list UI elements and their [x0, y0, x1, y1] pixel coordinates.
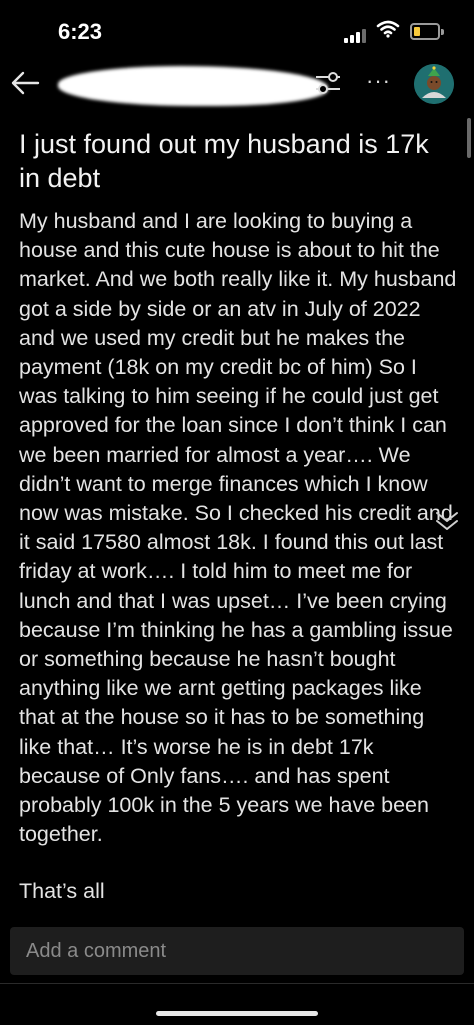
post-body: My husband and I are looking to buying a…: [19, 207, 459, 915]
cellular-signal-icon: [344, 25, 368, 43]
sliders-icon[interactable]: [313, 68, 343, 98]
divider: [0, 983, 474, 984]
comment-box: [10, 927, 464, 975]
avatar-icon[interactable]: [414, 64, 454, 104]
post-body-text: My husband and I are looking to buying a…: [19, 209, 457, 847]
wifi-icon: [376, 20, 400, 38]
arrow-left-icon[interactable]: [8, 66, 42, 100]
post-body-ending: That’s all: [19, 879, 105, 904]
top-nav: ···: [0, 60, 474, 110]
scrollbar-thumb[interactable]: [467, 118, 471, 158]
status-bar: 6:23: [0, 0, 474, 60]
redacted-username: [58, 66, 328, 106]
battery-icon: [410, 23, 444, 40]
more-options-icon[interactable]: ···: [366, 68, 391, 94]
chevron-down-icon[interactable]: [432, 510, 462, 532]
post-title: I just found out my husband is 17k in de…: [19, 129, 429, 193]
status-time: 6:23: [58, 19, 103, 44]
home-indicator: [156, 1011, 318, 1016]
comment-input[interactable]: [10, 927, 464, 975]
